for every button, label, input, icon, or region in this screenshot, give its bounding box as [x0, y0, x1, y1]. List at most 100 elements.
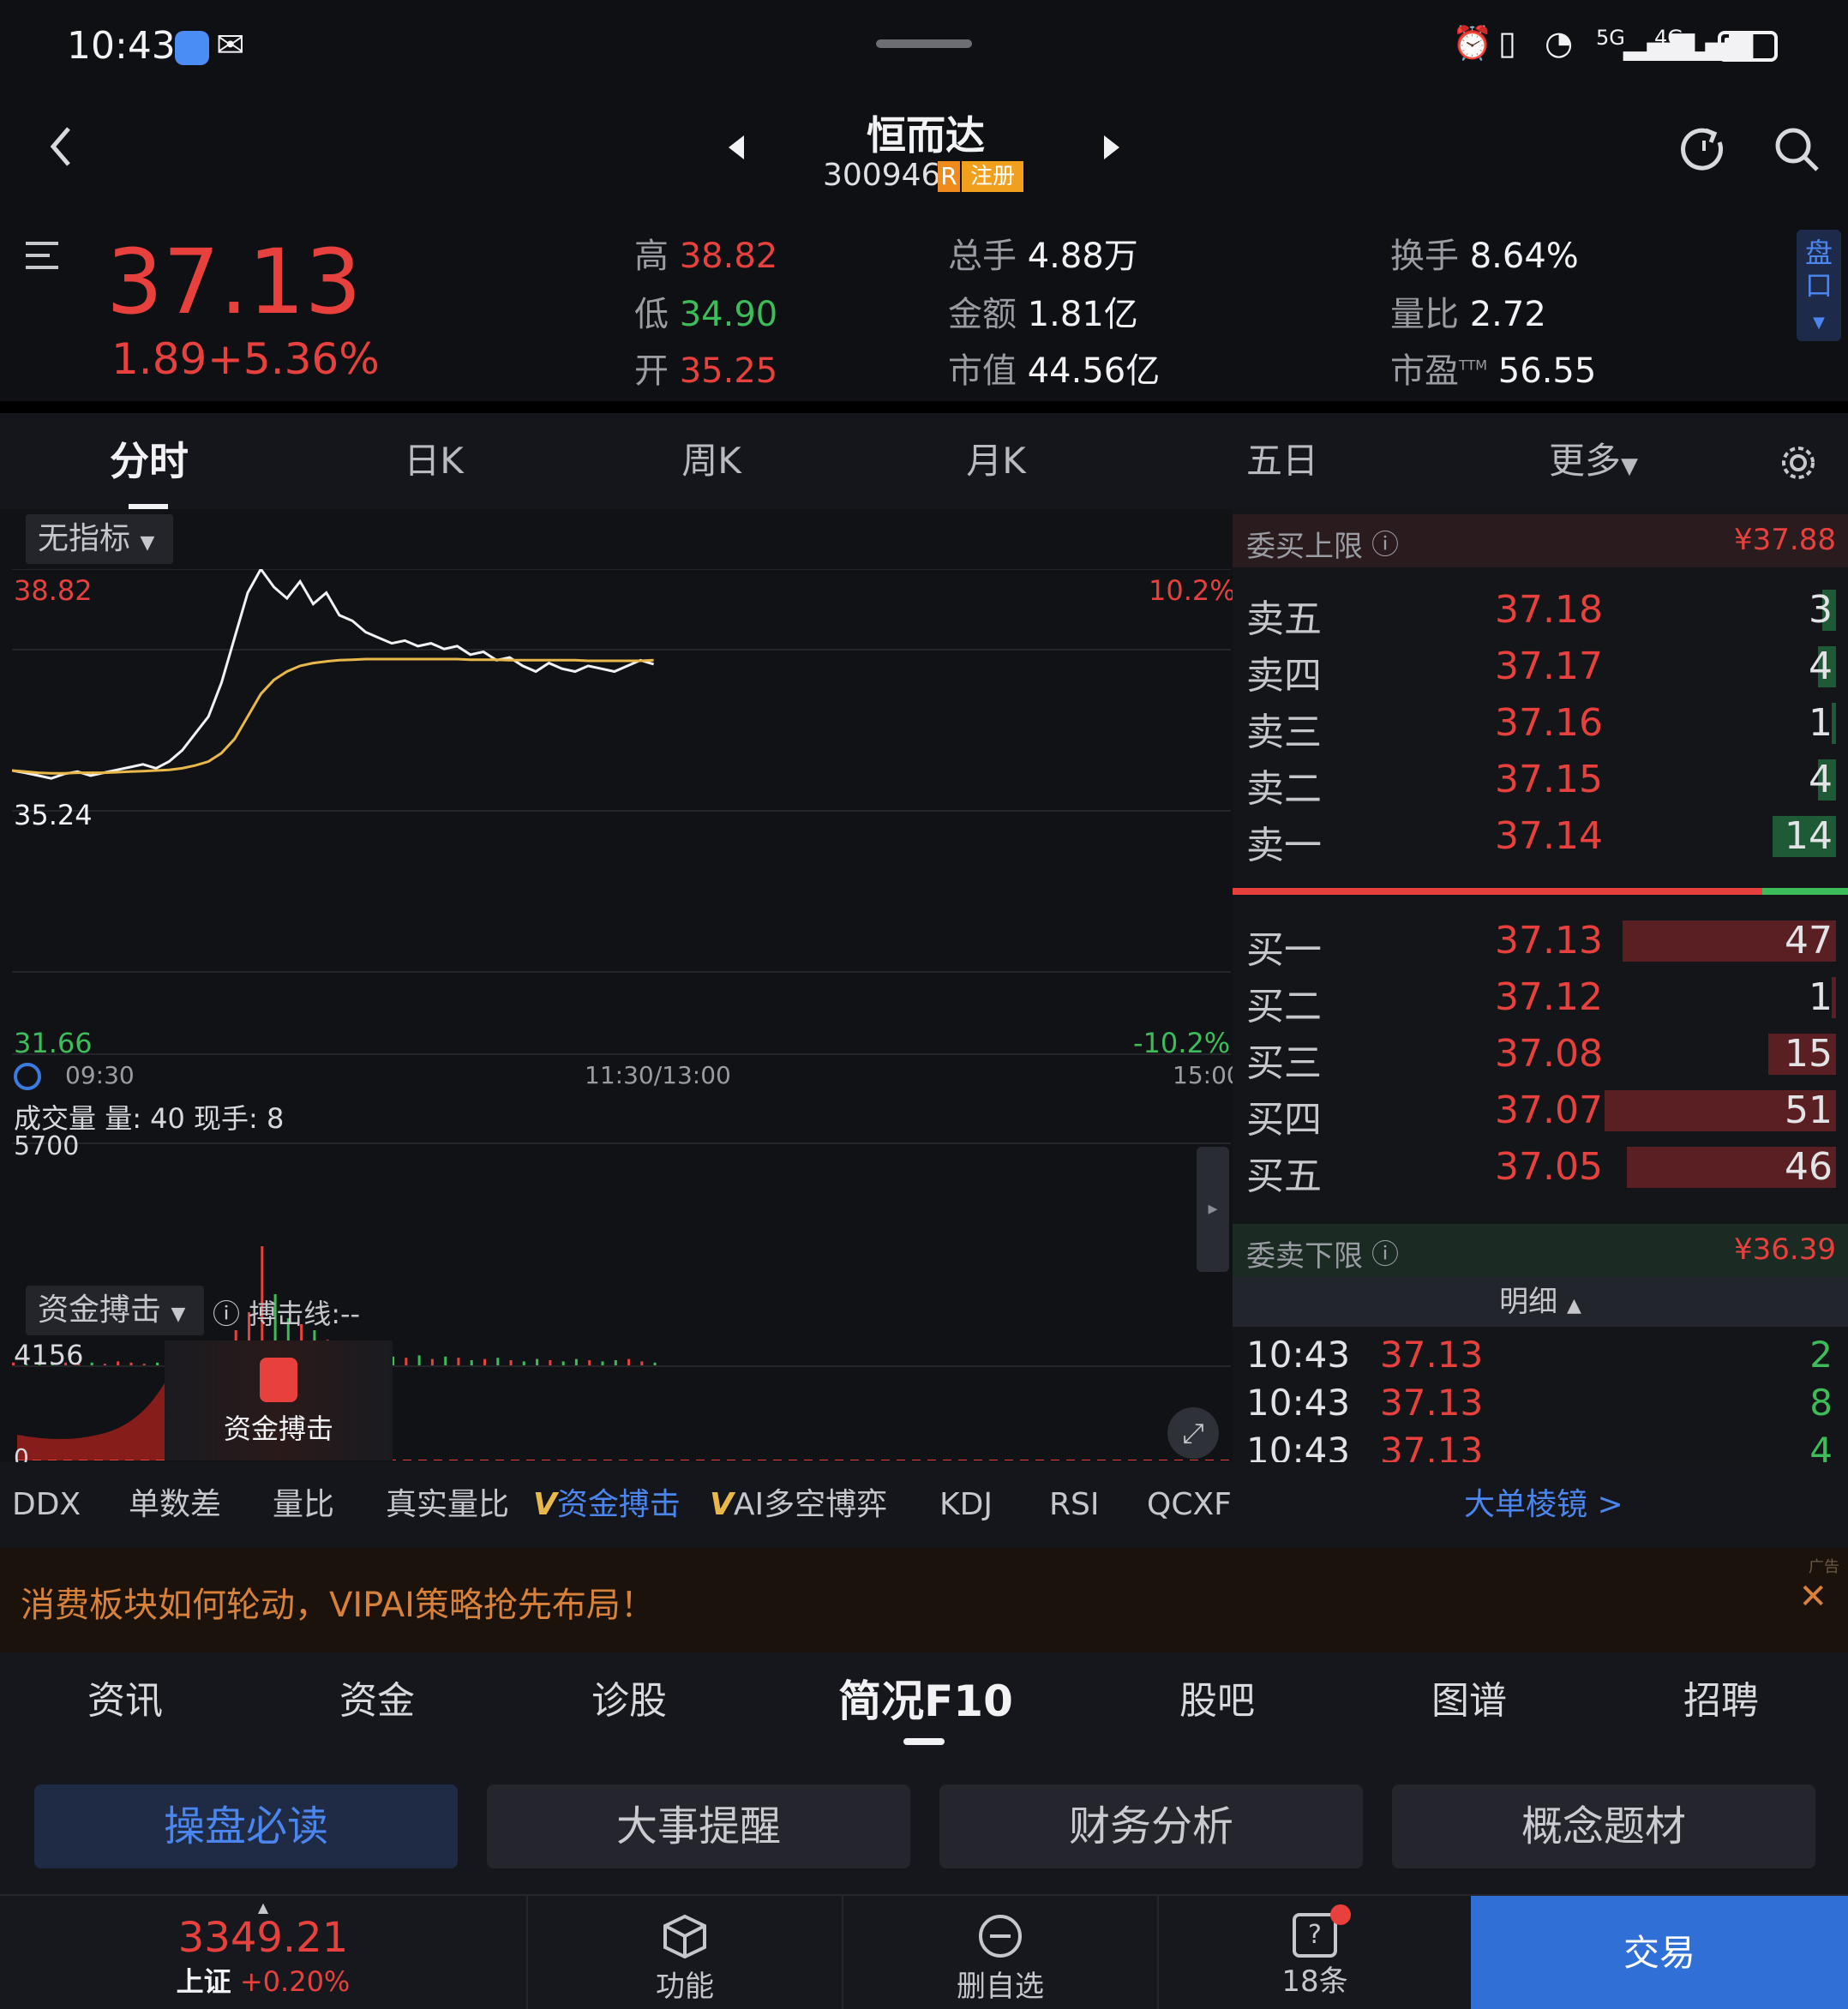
intraday-chart-area: 无指标 ▼ 38.82 35.24 31.66 10.2% -10.2% 09:… [0, 509, 1242, 1472]
volume-bar [614, 1360, 617, 1366]
ask-row[interactable]: 卖一 37.14 14 [1233, 807, 1848, 867]
panel-toggle[interactable]: 盘口 ▼ [1797, 230, 1841, 341]
tab-graph[interactable]: 图谱 [1401, 1652, 1538, 1750]
fund-lock-overlay[interactable]: 资金搏击 [165, 1340, 393, 1460]
tab-forum[interactable]: 股吧 [1149, 1652, 1286, 1750]
indicator-qcxf[interactable]: QCXF [1147, 1462, 1232, 1548]
events-button[interactable]: 大事提醒 [487, 1784, 910, 1868]
questions-button[interactable]: ? 18条 [1157, 1896, 1471, 2009]
tab-weekly-k[interactable]: 周K [651, 413, 771, 509]
expand-icon[interactable]: ⤢ [1167, 1407, 1219, 1459]
bid-row[interactable]: 买四 37.07 51 [1233, 1082, 1848, 1142]
indicator-kdj[interactable]: KDJ [939, 1462, 993, 1548]
bid-row[interactable]: 买二 37.12 1 [1233, 969, 1848, 1028]
ask-row[interactable]: 卖三 37.16 1 [1233, 694, 1848, 754]
volume-bar [509, 1360, 513, 1366]
concept-button[interactable]: 概念题材 [1392, 1784, 1815, 1868]
trade-button[interactable]: 交易 [1471, 1896, 1848, 2009]
close-icon[interactable]: ✕ [1798, 1577, 1827, 1616]
alarm-icon: ⏰ [1452, 24, 1493, 62]
indicator-real-volume-ratio[interactable]: 真实量比 [386, 1462, 509, 1548]
time-mid: 11:30/13:00 [585, 1061, 731, 1089]
detail-toggle[interactable]: 明细 ▲ [1233, 1277, 1848, 1327]
next-stock-icon[interactable] [1102, 134, 1121, 161]
tab-diagnosis[interactable]: 诊股 [561, 1652, 698, 1750]
help-icon[interactable]: ⓘ [1371, 523, 1399, 562]
ask-row[interactable]: 卖五 37.18 3 [1233, 581, 1848, 641]
volume-bar [444, 1356, 447, 1366]
bottom-bar: ▲ 3349.21 上证 +0.20% 功能 删自选 ? 18条 交易 [0, 1894, 1848, 2009]
volume-bar [405, 1358, 408, 1366]
tab-monthly-k[interactable]: 月K [936, 413, 1056, 509]
index-ticker[interactable]: ▲ 3349.21 上证 +0.20% [0, 1896, 526, 2009]
menu-icon[interactable] [24, 238, 60, 273]
tick-time: 10:43 [1246, 1382, 1351, 1424]
remove-watchlist-button[interactable]: 删自选 [842, 1896, 1157, 2009]
tab-jobs[interactable]: 招聘 [1653, 1652, 1790, 1750]
collapse-handle[interactable]: ▸ [1197, 1147, 1229, 1272]
volume-title: 成交量 [14, 1102, 97, 1135]
indicator-select[interactable]: 无指标 ▼ [26, 514, 173, 564]
fund-indicator-select[interactable]: 资金搏击 ▼ [26, 1286, 204, 1335]
tab-f10[interactable]: 简况F10 [823, 1652, 1029, 1750]
finance-button[interactable]: 财务分析 [939, 1784, 1363, 1868]
tab-intraday[interactable]: 分时 [89, 413, 209, 509]
tab-more[interactable]: 更多▼ [1529, 413, 1658, 509]
indicator-ai[interactable]: VAI多空博弈 [710, 1462, 887, 1548]
time-start: 09:30 [65, 1061, 135, 1089]
ad-text[interactable]: 消费板块如何轮动，VIPAI策略抢先布局！ [21, 1577, 655, 1627]
search-icon[interactable] [1773, 125, 1821, 173]
indicator-ddx[interactable]: DDX [12, 1462, 81, 1548]
signal-5g-label: 5G [1596, 26, 1625, 50]
bid-row[interactable]: 买五 37.05 46 [1233, 1138, 1848, 1198]
help-icon[interactable]: ⓘ [1371, 1232, 1399, 1272]
fund-line-info[interactable]: ⓘ 搏击线:-- [213, 1292, 360, 1332]
tab-daily-k[interactable]: 日K [374, 413, 494, 509]
ask-row[interactable]: 卖四 37.17 4 [1233, 638, 1848, 698]
bid-row[interactable]: 买一 37.13 47 [1233, 912, 1848, 972]
prev-stock-icon[interactable] [727, 134, 746, 161]
indicator-fund-battle[interactable]: V资金搏击 [533, 1462, 681, 1548]
back-icon[interactable] [48, 125, 74, 168]
settings-icon[interactable] [1779, 444, 1817, 482]
refresh-icon[interactable] [1680, 125, 1728, 173]
ask-label: 卖四 [1246, 654, 1322, 698]
function-button[interactable]: 功能 [526, 1896, 842, 2009]
bid-row[interactable]: 买三 37.08 15 [1233, 1025, 1848, 1085]
ask-qty: 1 [1809, 701, 1833, 745]
function-label: 功能 [656, 1970, 714, 2004]
tab-news[interactable]: 资讯 [57, 1652, 194, 1750]
info-tabs: 资讯 资金 诊股 简况F10 股吧 图谱 招聘 [0, 1652, 1848, 1750]
quote-panel: 37.13 1.89 +5.36% 高 38.82 低 34.90 开 35.2… [0, 214, 1848, 401]
volume-bar [470, 1360, 473, 1366]
volume-value: 4.88万 [1027, 237, 1138, 276]
y-axis-high: 38.82 [14, 574, 93, 607]
stock-code: 300946 [823, 158, 941, 193]
average-price-line [12, 657, 654, 775]
status-bar: 10:43 ✉ ⏰ ▯ ◔ 5G ▂▄▆ 4G ▂▄▆ [0, 0, 1848, 94]
play-icon[interactable] [14, 1063, 41, 1090]
indicator-order-diff[interactable]: 单数差 [129, 1462, 221, 1548]
ad-tag: 广告 [1809, 1558, 1839, 1576]
trading-guide-button[interactable]: 操盘必读 [34, 1784, 458, 1868]
indicator-rsi[interactable]: RSI [1049, 1462, 1099, 1548]
bid-qty: 15 [1785, 1032, 1833, 1076]
pull-handle[interactable] [876, 39, 972, 48]
tab-five-day[interactable]: 五日 [1222, 413, 1342, 509]
buy-limit-value: ¥37.88 [1734, 523, 1836, 557]
tab-funds[interactable]: 资金 [309, 1652, 446, 1750]
ask-row[interactable]: 卖二 37.15 4 [1233, 751, 1848, 811]
detail-label: 明细 [1499, 1285, 1558, 1319]
ad-banner[interactable]: 消费板块如何轮动，VIPAI策略抢先布局！ 广告 ✕ [0, 1548, 1848, 1652]
title-bar: 恒而达 300946 R 注册 [0, 94, 1848, 214]
open-label: 开 [634, 351, 669, 391]
remove-watchlist-label: 删自选 [957, 1970, 1044, 2004]
big-order-link[interactable]: 大单棱镜 > [1464, 1462, 1623, 1548]
question-icon: ? [1293, 1904, 1351, 1958]
ask-price: 37.17 [1495, 645, 1603, 688]
tick-time: 10:43 [1246, 1334, 1351, 1376]
tick-price: 37.13 [1380, 1382, 1484, 1424]
bid-label: 买一 [1246, 928, 1322, 972]
message-app-icon [175, 31, 209, 65]
indicator-volume-ratio[interactable]: 量比 [273, 1462, 334, 1548]
